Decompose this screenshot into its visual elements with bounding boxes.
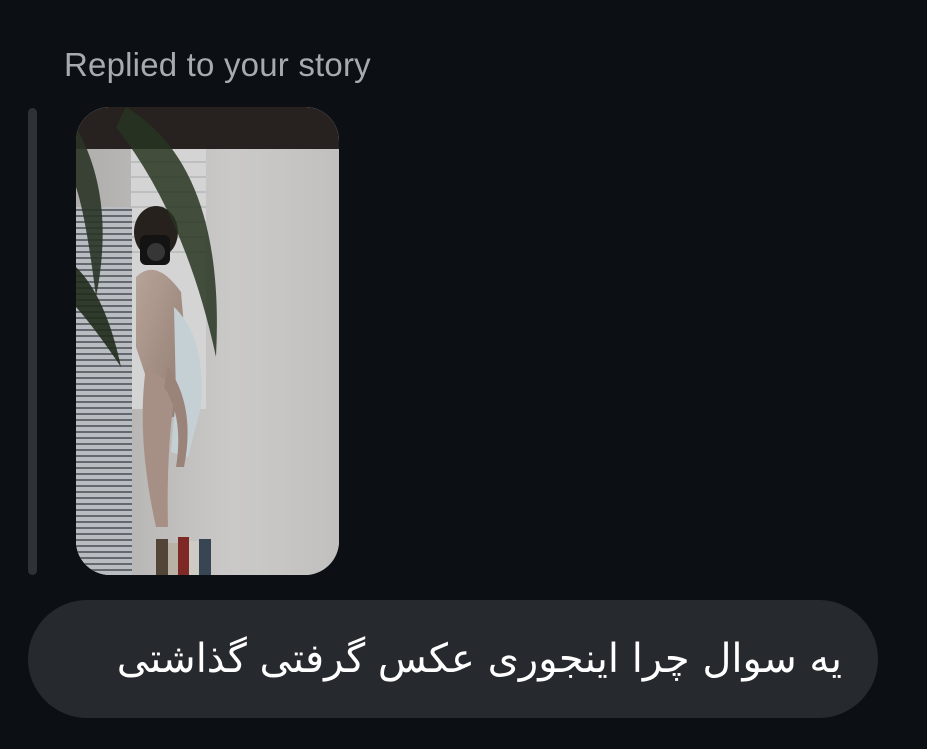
reply-quote-bar <box>28 108 37 575</box>
message-bubble[interactable]: یه سوال چرا اینجوری عکس گرفتی گذاشتی <box>28 600 878 718</box>
message-text: یه سوال چرا اینجوری عکس گرفتی گذاشتی <box>116 636 842 682</box>
story-thumbnail[interactable] <box>76 107 339 575</box>
story-photo-icon <box>76 107 339 575</box>
replied-to-story-label: Replied to your story <box>64 46 371 83</box>
dm-thread: Replied to your story یه سوال چرا اینجور… <box>0 0 927 749</box>
